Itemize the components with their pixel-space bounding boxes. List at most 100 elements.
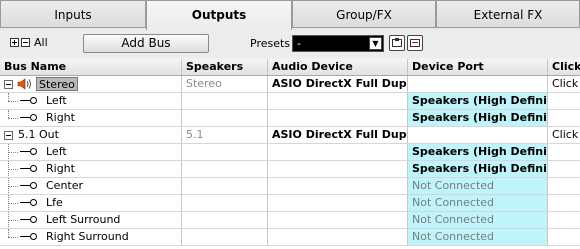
- table-row[interactable]: Right Speakers (High Definitio: [0, 161, 580, 178]
- channel-name-cell[interactable]: Right Surround: [0, 229, 182, 245]
- speakers-cell: [182, 110, 268, 126]
- channel-name-label: Right: [46, 162, 75, 175]
- add-bus-button[interactable]: Add Bus: [83, 34, 209, 53]
- device-port-cell[interactable]: Speakers (High Definitio: [408, 144, 548, 160]
- column-header-device-port[interactable]: Device Port: [408, 59, 548, 75]
- device-port-cell[interactable]: Speakers (High Definitio: [408, 161, 548, 177]
- speakers-cell[interactable]: 5.1: [182, 127, 268, 143]
- channel-name-label: Left: [46, 145, 67, 158]
- plus-box-icon[interactable]: [10, 38, 19, 47]
- device-port-cell[interactable]: Not Connected: [408, 178, 548, 194]
- click-cell: [548, 212, 580, 228]
- bus-name-cell[interactable]: Stereo: [0, 76, 182, 92]
- tree-line: [8, 237, 18, 238]
- tree-line: [8, 169, 18, 170]
- tab-inputs[interactable]: Inputs: [0, 0, 146, 28]
- output-port-icon: [20, 114, 38, 122]
- collapse-icon[interactable]: [4, 131, 13, 140]
- bus-name-label[interactable]: 5.1 Out: [18, 127, 59, 143]
- presets-value: -: [297, 37, 301, 50]
- audio-device-cell: [268, 212, 408, 228]
- table-row[interactable]: Center Not Connected: [0, 178, 580, 195]
- bus-name-cell[interactable]: 5.1 Out: [0, 127, 182, 143]
- speakers-cell[interactable]: Stereo: [182, 76, 268, 92]
- channel-name-cell[interactable]: Lfe: [0, 195, 182, 211]
- output-port-icon: [20, 216, 38, 224]
- tab-outputs[interactable]: Outputs: [146, 0, 292, 30]
- device-port-cell[interactable]: Not Connected: [408, 212, 548, 228]
- table-row[interactable]: 5.1 Out 5.1 ASIO DirectX Full Duplex Cli…: [0, 127, 580, 144]
- table-row[interactable]: Right Surround Not Connected: [0, 229, 580, 246]
- column-header-speakers[interactable]: Speakers: [182, 59, 268, 75]
- device-port-cell[interactable]: Not Connected: [408, 229, 548, 245]
- audio-device-cell: [268, 178, 408, 194]
- remove-preset-icon[interactable]: [407, 35, 423, 51]
- channel-name-cell[interactable]: Right: [0, 110, 182, 126]
- speaker-icon: [17, 78, 31, 90]
- tree-line: [8, 220, 18, 221]
- table-row[interactable]: Left Surround Not Connected: [0, 212, 580, 229]
- device-port-cell[interactable]: Not Connected: [408, 195, 548, 211]
- channel-name-label: Right: [46, 111, 75, 124]
- tree-line: [8, 152, 18, 153]
- speakers-cell: [182, 144, 268, 160]
- channel-name-label: Center: [46, 179, 84, 192]
- audio-device-cell[interactable]: ASIO DirectX Full Duplex: [268, 76, 408, 92]
- save-preset-icon[interactable]: [389, 35, 405, 51]
- table-row[interactable]: Left Speakers (High Definitio: [0, 144, 580, 161]
- output-port-icon: [20, 165, 38, 173]
- audio-device-cell: [268, 229, 408, 245]
- bus-name-label[interactable]: Stereo: [36, 77, 78, 91]
- table-row[interactable]: Stereo Stereo ASIO DirectX Full Duplex C…: [0, 76, 580, 93]
- tab-external-fx[interactable]: External FX: [436, 0, 580, 28]
- device-port-cell[interactable]: Speakers (High Definitio: [408, 93, 548, 109]
- presets-dropdown[interactable]: - ▼: [292, 35, 384, 52]
- device-port-cell[interactable]: [408, 127, 548, 143]
- column-header-bus-name[interactable]: Bus Name: [0, 59, 182, 75]
- tab-group-fx[interactable]: Group/FX: [292, 0, 436, 28]
- speakers-cell: [182, 93, 268, 109]
- click-cell: [548, 195, 580, 211]
- audio-device-cell: [268, 161, 408, 177]
- table-row[interactable]: Right Speakers (High Definitio: [0, 110, 580, 127]
- channel-name-cell[interactable]: Center: [0, 178, 182, 194]
- channel-name-cell[interactable]: Left Surround: [0, 212, 182, 228]
- tree-line: [8, 118, 18, 119]
- click-cell[interactable]: Click: [548, 76, 580, 92]
- channel-name-cell[interactable]: Right: [0, 161, 182, 177]
- table-row[interactable]: Lfe Not Connected: [0, 195, 580, 212]
- channel-name-label: Right Surround: [46, 230, 129, 243]
- channel-name-cell[interactable]: Left: [0, 93, 182, 109]
- channel-name-label: Lfe: [46, 196, 63, 209]
- audio-device-cell: [268, 195, 408, 211]
- click-cell: [548, 229, 580, 245]
- click-cell[interactable]: Click: [548, 127, 580, 143]
- all-label: All: [34, 36, 48, 49]
- tree-line: [8, 93, 9, 101]
- channel-name-cell[interactable]: Left: [0, 144, 182, 160]
- expand-collapse-all: All: [10, 36, 48, 49]
- click-cell: [548, 161, 580, 177]
- column-header-audio-device[interactable]: Audio Device: [268, 59, 408, 75]
- speakers-cell: [182, 195, 268, 211]
- click-cell: [548, 178, 580, 194]
- output-port-icon: [20, 182, 38, 190]
- device-port-cell[interactable]: [408, 76, 548, 92]
- tab-bar: Inputs Outputs Group/FX External FX: [0, 0, 580, 30]
- channel-name-label: Left Surround: [46, 213, 121, 226]
- column-header-click[interactable]: Click: [548, 59, 580, 75]
- dropdown-arrow-icon[interactable]: ▼: [369, 37, 382, 50]
- tree-line: [8, 203, 18, 204]
- speakers-cell: [182, 229, 268, 245]
- device-port-cell[interactable]: Speakers (High Definitio: [408, 110, 548, 126]
- channel-name-label: Left: [46, 94, 67, 107]
- audio-device-cell[interactable]: ASIO DirectX Full Duplex: [268, 127, 408, 143]
- collapse-icon[interactable]: [4, 80, 13, 89]
- audio-device-cell: [268, 110, 408, 126]
- table-row[interactable]: Left Speakers (High Definitio: [0, 93, 580, 110]
- minus-box-icon[interactable]: [21, 38, 30, 47]
- speakers-cell: [182, 161, 268, 177]
- toolbar: All Add Bus Presets - ▼: [0, 30, 580, 58]
- tree-line: [8, 229, 9, 237]
- tree-line: [8, 186, 18, 187]
